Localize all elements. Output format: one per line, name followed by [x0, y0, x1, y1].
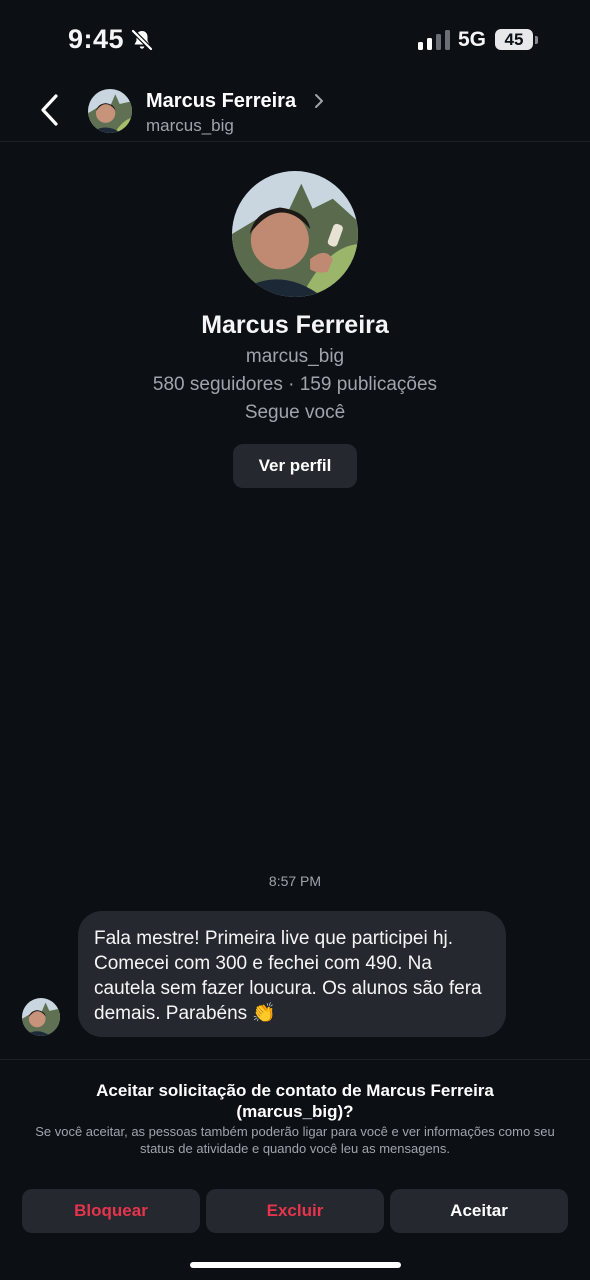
chevron-right-icon[interactable] [312, 92, 326, 110]
delete-button[interactable]: Excluir [206, 1189, 384, 1233]
battery-icon: 45 [495, 29, 539, 51]
message-avatar[interactable] [22, 998, 60, 1036]
request-divider [0, 1059, 590, 1060]
profile-stats: 580 seguidores · 159 publicações [152, 374, 438, 395]
header-avatar[interactable] [88, 89, 132, 133]
request-title: Aceitar solicitação de contato de Marcus… [96, 1081, 494, 1121]
profile-username: marcus_big [245, 346, 345, 367]
profile-avatar[interactable] [232, 171, 358, 297]
follows-you-label: Segue você [244, 402, 346, 423]
request-description: Se você aceitar, as pessoas também poder… [35, 1124, 555, 1156]
muted-bell-icon [131, 29, 153, 51]
header-name[interactable]: Marcus Ferreira [146, 90, 296, 113]
message-bubble[interactable]: Fala mestre! Primeira live que participe… [78, 911, 506, 1037]
battery-level: 45 [504, 30, 524, 49]
block-button[interactable]: Bloquear [22, 1189, 200, 1233]
header-username: marcus_big [146, 116, 234, 135]
status-time: 9:45 [68, 24, 125, 54]
back-chevron-icon[interactable] [36, 92, 64, 128]
message-timestamp: 8:57 PM [268, 873, 322, 889]
accept-button[interactable]: Aceitar [390, 1189, 568, 1233]
network-type: 5G [458, 28, 487, 51]
signal-icon [418, 30, 450, 50]
view-profile-button[interactable]: Ver perfil [233, 444, 357, 488]
profile-name: Marcus Ferreira [201, 311, 389, 339]
header-divider [0, 141, 590, 142]
home-indicator[interactable] [190, 1262, 401, 1268]
